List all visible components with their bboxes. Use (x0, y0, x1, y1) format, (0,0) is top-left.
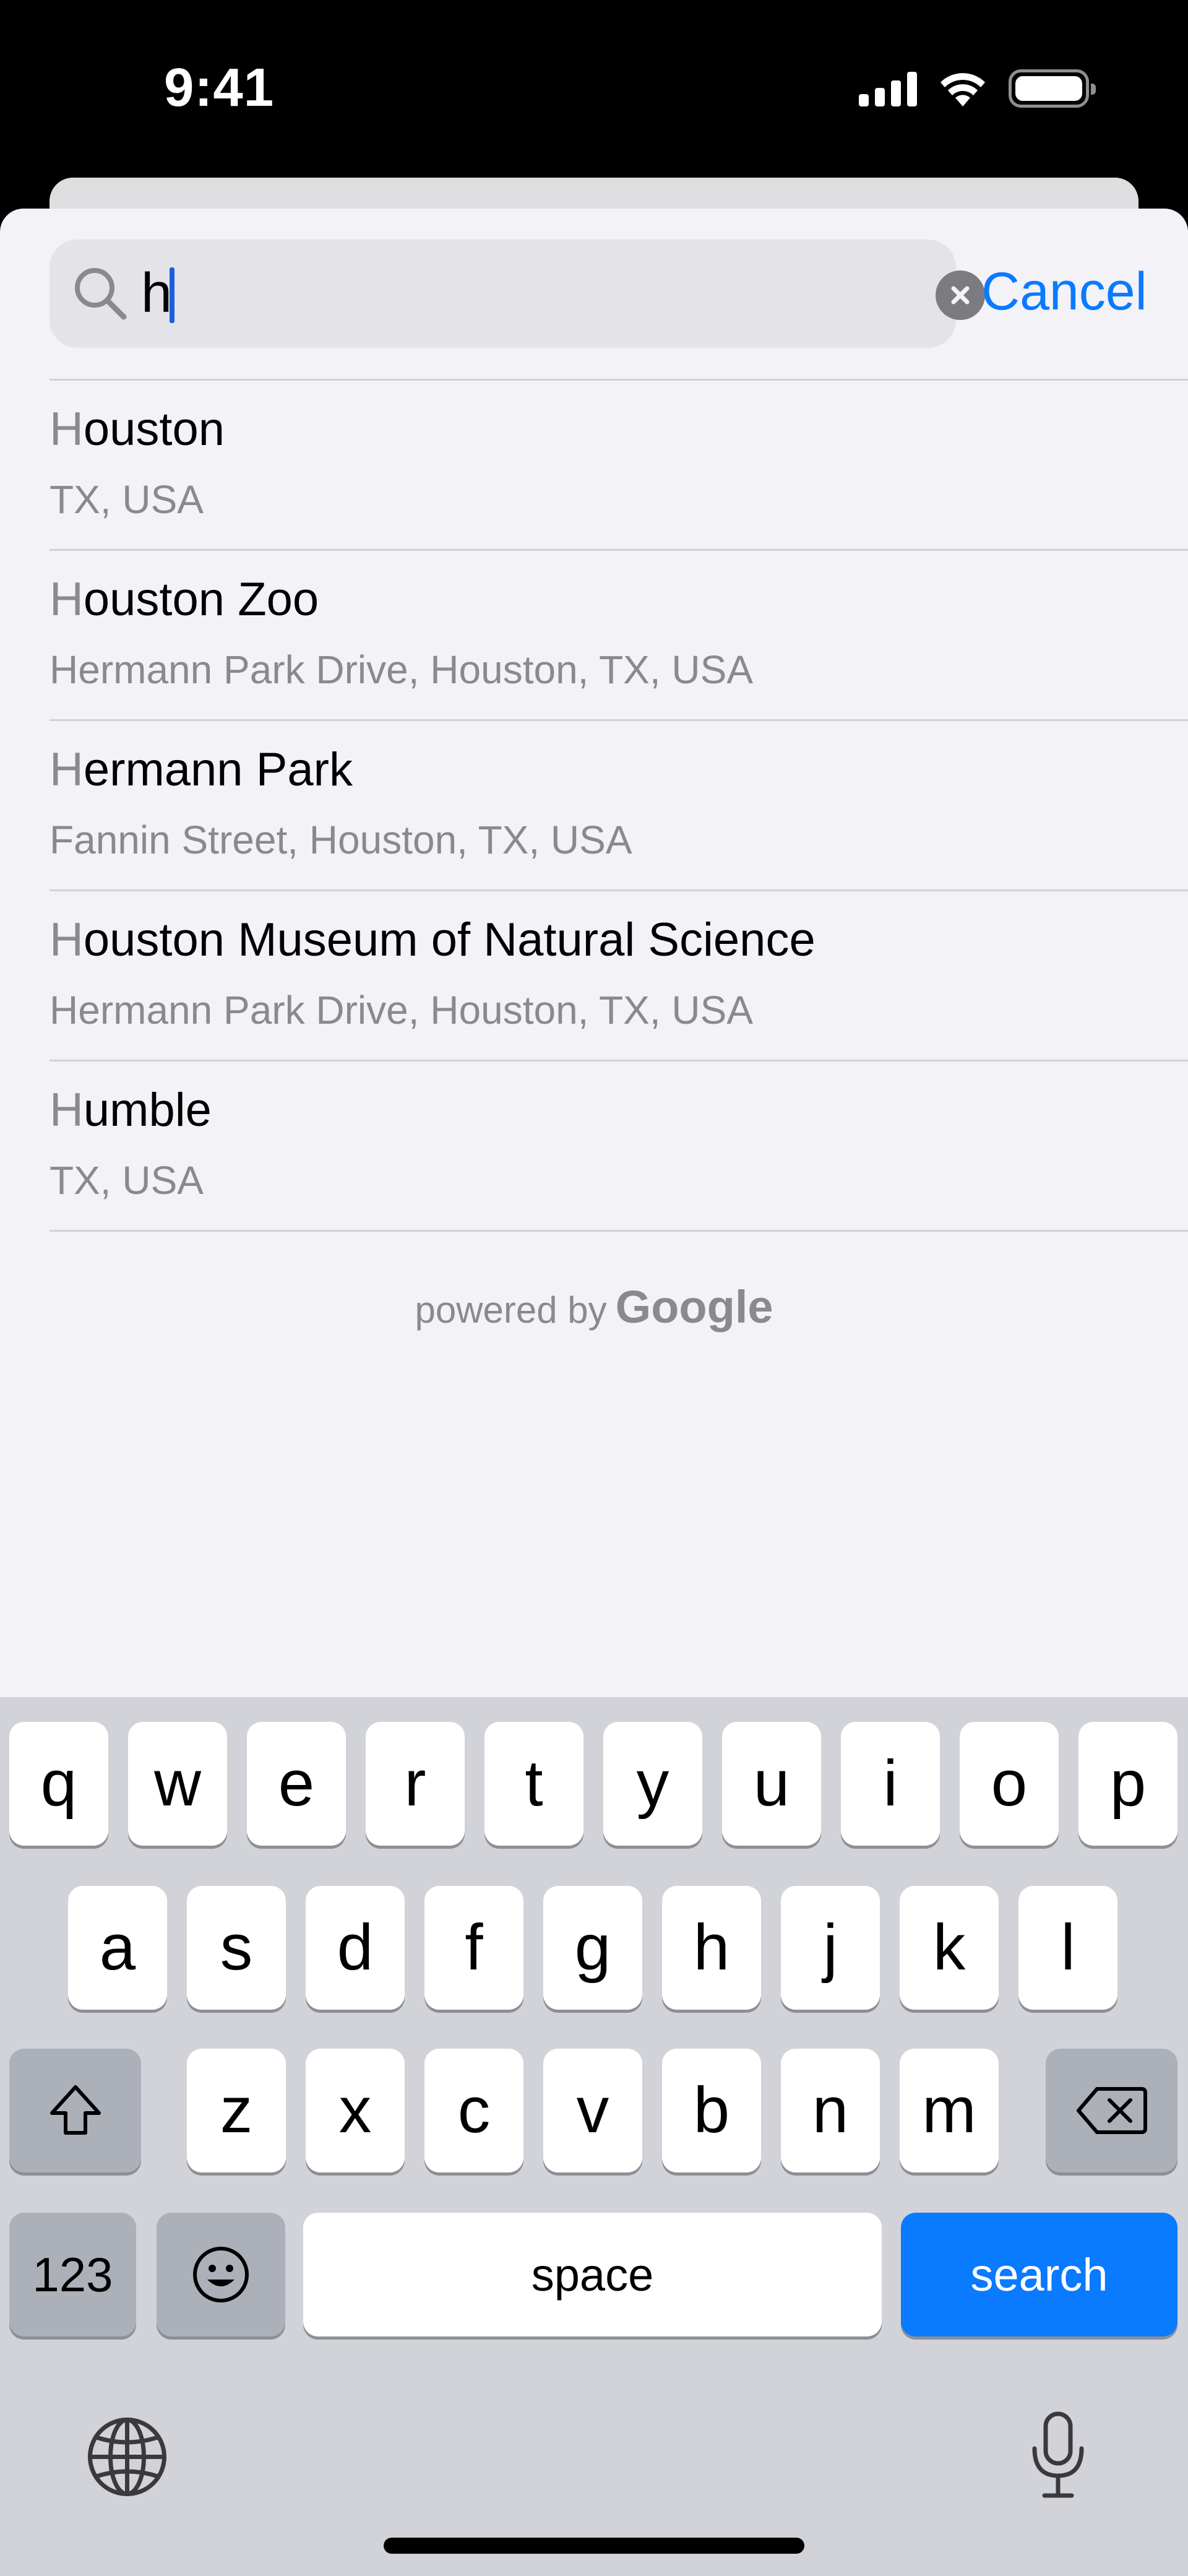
list-item[interactable]: Humble TX, USA (0, 1061, 1188, 1230)
key-e[interactable]: e (247, 1722, 346, 1846)
search-results-list: Houston TX, USA Houston Zoo Hermann Park… (0, 379, 1188, 1232)
key-w[interactable]: w (128, 1722, 227, 1846)
key-y[interactable]: y (603, 1722, 702, 1846)
home-indicator (384, 2538, 804, 2554)
result-subtitle: Fannin Street, Houston, TX, USA (50, 818, 632, 862)
key-f[interactable]: f (424, 1886, 523, 2010)
key-x[interactable]: x (306, 2049, 405, 2172)
space-key[interactable]: space (303, 2213, 882, 2336)
attribution-prefix: powered by (415, 1289, 607, 1331)
result-subtitle: Hermann Park Drive, Houston, TX, USA (50, 647, 753, 692)
keyboard: q w e r t y u i o p a s d f g h j k l z … (0, 1697, 1188, 2576)
list-item[interactable]: Hermann Park Fannin Street, Houston, TX,… (0, 721, 1188, 889)
status-icons (859, 67, 1096, 110)
status-time: 9:41 (164, 58, 275, 118)
result-title: Houston Zoo (50, 573, 319, 626)
text-cursor (170, 267, 174, 323)
key-j[interactable]: j (781, 1886, 880, 2010)
key-p[interactable]: p (1078, 1722, 1177, 1846)
divider (50, 1230, 1188, 1232)
emoji-key[interactable] (157, 2213, 285, 2336)
battery-icon (1009, 69, 1096, 108)
list-item[interactable]: Houston TX, USA (0, 381, 1188, 549)
numbers-key[interactable]: 123 (9, 2213, 136, 2336)
key-d[interactable]: d (306, 1886, 405, 2010)
powered-by-google: powered by Google (0, 1281, 1188, 1333)
key-n[interactable]: n (781, 2049, 880, 2172)
result-subtitle: Hermann Park Drive, Houston, TX, USA (50, 988, 753, 1032)
key-t[interactable]: t (484, 1722, 583, 1846)
key-s[interactable]: s (187, 1886, 286, 2010)
result-title: Houston Museum of Natural Science (50, 914, 816, 966)
key-c[interactable]: c (424, 2049, 523, 2172)
key-i[interactable]: i (841, 1722, 940, 1846)
key-h[interactable]: h (662, 1886, 761, 2010)
search-icon (75, 268, 127, 320)
key-m[interactable]: m (900, 2049, 999, 2172)
delete-key[interactable] (1046, 2049, 1177, 2172)
search-key[interactable]: search (901, 2213, 1177, 2336)
result-title: Houston (50, 403, 225, 456)
backspace-icon (1076, 2087, 1147, 2134)
result-subtitle: TX, USA (50, 1158, 204, 1203)
key-g[interactable]: g (543, 1886, 642, 2010)
key-a[interactable]: a (68, 1886, 167, 2010)
wifi-icon (940, 73, 985, 106)
cellular-signal-icon (859, 71, 917, 106)
result-title: Hermann Park (50, 743, 353, 796)
emoji-icon (193, 2247, 249, 2302)
key-o[interactable]: o (960, 1722, 1059, 1846)
result-title: Humble (50, 1084, 212, 1136)
list-item[interactable]: Houston Museum of Natural Science Herman… (0, 891, 1188, 1060)
clear-text-button[interactable] (936, 270, 985, 320)
microphone-icon[interactable] (1027, 2409, 1089, 2502)
key-l[interactable]: l (1018, 1886, 1117, 2010)
search-bar[interactable]: h (50, 240, 985, 348)
list-item[interactable]: Houston Zoo Hermann Park Drive, Houston,… (0, 551, 1188, 719)
shift-icon (50, 2085, 101, 2135)
key-k[interactable]: k (900, 1886, 999, 2010)
close-icon (951, 286, 970, 305)
key-b[interactable]: b (662, 2049, 761, 2172)
key-v[interactable]: v (543, 2049, 642, 2172)
key-u[interactable]: u (722, 1722, 821, 1846)
status-bar: 9:41 (0, 0, 1188, 179)
search-input[interactable]: h (141, 253, 853, 334)
globe-icon[interactable] (85, 2415, 169, 2499)
shift-key[interactable] (9, 2049, 141, 2172)
google-logo: Google (615, 1281, 773, 1333)
result-subtitle: TX, USA (50, 477, 204, 522)
key-q[interactable]: q (9, 1722, 108, 1846)
cancel-button[interactable]: Cancel (981, 261, 1147, 322)
key-r[interactable]: r (366, 1722, 465, 1846)
key-z[interactable]: z (187, 2049, 286, 2172)
